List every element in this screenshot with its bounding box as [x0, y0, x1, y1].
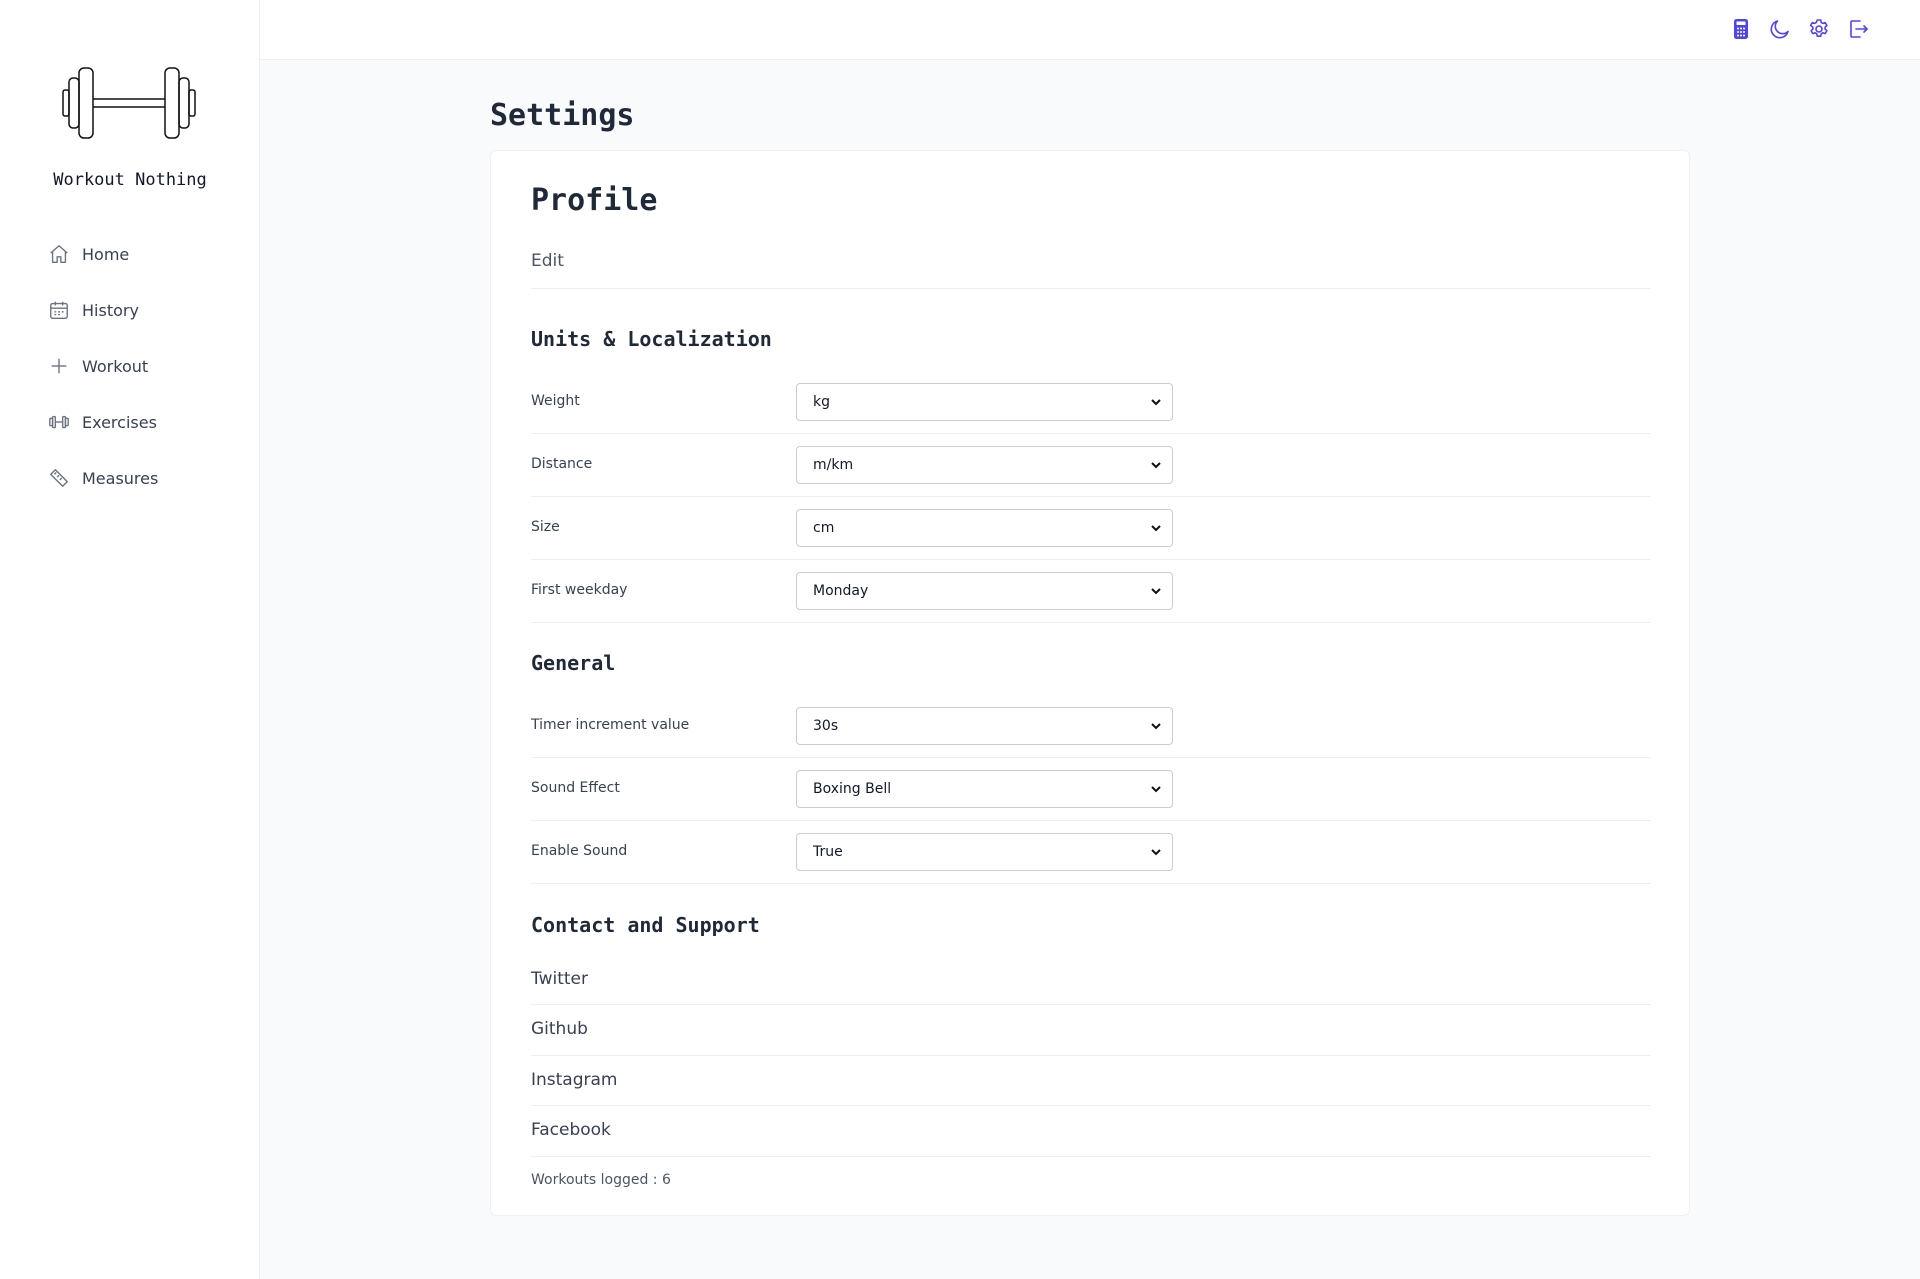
- edit-profile-link[interactable]: Edit: [531, 251, 564, 271]
- moon-icon[interactable]: [1768, 17, 1792, 41]
- twitter-link[interactable]: Twitter: [531, 969, 588, 989]
- size-label: Size: [531, 519, 560, 535]
- github-link[interactable]: Github: [531, 1019, 588, 1039]
- top-bar: [260, 0, 1920, 60]
- chevron-down-icon: [1150, 459, 1162, 471]
- calendar-icon: [48, 299, 70, 321]
- chevron-down-icon: [1150, 720, 1162, 732]
- sidebar-item-workout[interactable]: Workout: [48, 348, 228, 384]
- chevron-down-icon: [1150, 522, 1162, 534]
- plus-icon: [48, 355, 70, 377]
- chevron-down-icon: [1150, 846, 1162, 858]
- size-select-value: cm: [813, 520, 835, 536]
- weight-select[interactable]: kg: [796, 383, 1173, 421]
- ruler-icon: [48, 467, 70, 489]
- distance-label: Distance: [531, 456, 593, 472]
- chevron-down-icon: [1150, 585, 1162, 597]
- units-section-title: Units & Localization: [531, 327, 772, 351]
- divider: [531, 757, 1651, 758]
- first-weekday-select-value: Monday: [813, 583, 869, 599]
- enable-sound-select-value: True: [813, 844, 843, 860]
- weight-select-value: kg: [813, 394, 830, 410]
- divider: [531, 820, 1651, 821]
- sidebar-item-label: Workout: [82, 356, 149, 376]
- size-select[interactable]: cm: [796, 509, 1173, 547]
- general-section-title: General: [531, 651, 616, 675]
- enable-sound-select[interactable]: True: [796, 833, 1173, 871]
- sidebar-item-label: History: [82, 300, 139, 320]
- sidebar-item-exercises[interactable]: Exercises: [48, 404, 228, 440]
- chevron-down-icon: [1150, 783, 1162, 795]
- divider: [531, 1004, 1651, 1005]
- sidebar: Workout Nothing Home History Workout Exe…: [0, 0, 260, 1279]
- sound-effect-select[interactable]: Boxing Bell: [796, 770, 1173, 808]
- timer-increment-select[interactable]: 30s: [796, 707, 1173, 745]
- divider: [531, 288, 1651, 289]
- facebook-link[interactable]: Facebook: [531, 1120, 611, 1140]
- home-icon: [48, 243, 70, 265]
- first-weekday-label: First weekday: [531, 582, 628, 598]
- distance-select-value: m/km: [813, 457, 854, 473]
- sidebar-item-label: Measures: [82, 468, 159, 488]
- page-title: Settings: [490, 98, 635, 133]
- divider: [531, 1105, 1651, 1106]
- dumbbell-icon: [48, 411, 70, 433]
- divider: [531, 496, 1651, 497]
- settings-card: Profile Edit Units & Localization Weight…: [490, 150, 1690, 1216]
- sidebar-item-measures[interactable]: Measures: [48, 460, 228, 496]
- timer-increment-select-value: 30s: [813, 718, 839, 734]
- distance-select[interactable]: m/km: [796, 446, 1173, 484]
- contact-section-title: Contact and Support: [531, 913, 760, 937]
- workouts-logged-count: Workouts logged : 6: [531, 1172, 671, 1188]
- sidebar-item-history[interactable]: History: [48, 292, 228, 328]
- timer-increment-label: Timer increment value: [531, 717, 690, 733]
- sidebar-item-label: Home: [82, 244, 130, 264]
- divider: [531, 559, 1651, 560]
- divider: [531, 1156, 1651, 1157]
- instagram-link[interactable]: Instagram: [531, 1070, 618, 1090]
- calculator-icon[interactable]: [1729, 17, 1753, 41]
- sidebar-item-home[interactable]: Home: [48, 236, 228, 272]
- first-weekday-select[interactable]: Monday: [796, 572, 1173, 610]
- chevron-down-icon: [1150, 396, 1162, 408]
- divider: [531, 622, 1651, 623]
- sound-effect-select-value: Boxing Bell: [813, 781, 892, 797]
- divider: [531, 1055, 1651, 1056]
- weight-label: Weight: [531, 393, 580, 409]
- profile-title: Profile: [531, 183, 658, 218]
- divider: [531, 433, 1651, 434]
- divider: [531, 883, 1651, 884]
- enable-sound-label: Enable Sound: [531, 843, 628, 859]
- logout-icon[interactable]: [1846, 17, 1870, 41]
- top-bar-actions: [1714, 17, 1870, 41]
- sidebar-item-label: Exercises: [82, 412, 157, 432]
- gear-icon[interactable]: [1807, 17, 1831, 41]
- sidebar-nav: Home History Workout Exercises Measures: [48, 236, 228, 516]
- dumbbell-logo-icon: [62, 66, 196, 140]
- app-title: Workout Nothing: [53, 170, 207, 190]
- sound-effect-label: Sound Effect: [531, 780, 620, 796]
